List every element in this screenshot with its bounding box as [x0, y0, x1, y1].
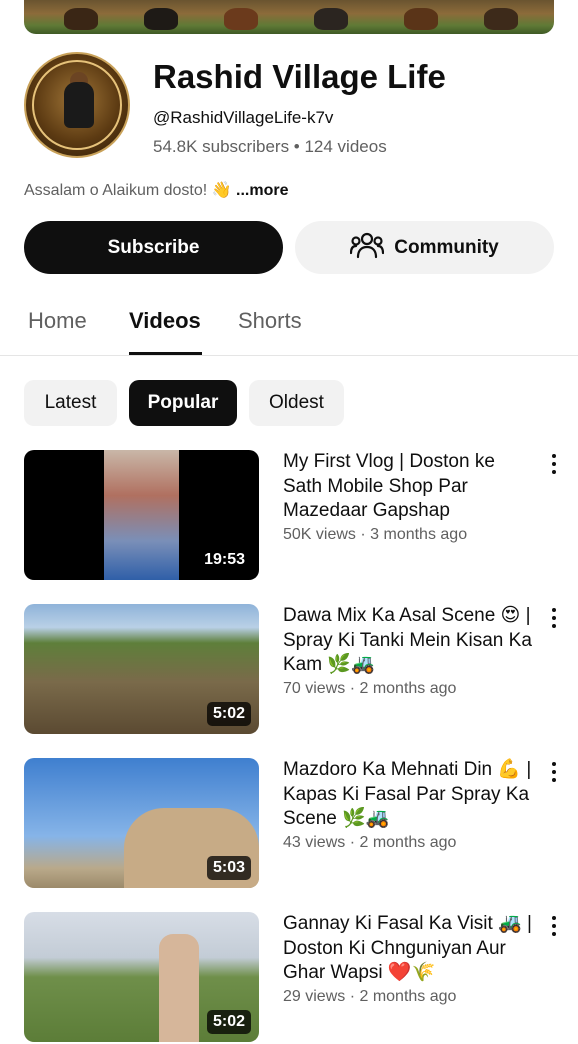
video-thumbnail[interactable]: 5:03 — [24, 758, 259, 888]
video-title[interactable]: My First Vlog | Doston ke Sath Mobile Sh… — [283, 450, 533, 524]
video-item[interactable]: 19:53 My First Vlog | Doston ke Sath Mob… — [0, 450, 578, 582]
channel-handle: @RashidVillageLife-k7v — [153, 108, 334, 127]
video-duration: 5:02 — [206, 1010, 251, 1034]
video-item[interactable]: 5:02 Dawa Mix Ka Asal Scene 😍 | Spray Ki… — [0, 604, 578, 736]
tab-shorts[interactable]: Shorts — [238, 308, 302, 334]
banner-cattle — [144, 8, 178, 30]
video-meta: 43 views · 2 months ago — [283, 834, 457, 851]
filter-chip-popular[interactable]: Popular — [129, 380, 237, 426]
community-icon — [350, 231, 385, 265]
subscribe-button[interactable]: Subscribe — [24, 221, 283, 274]
more-vert-icon[interactable] — [548, 608, 560, 630]
banner-cattle — [484, 8, 518, 30]
tab-videos[interactable]: Videos — [129, 308, 201, 334]
tab-home[interactable]: Home — [28, 308, 87, 334]
channel-stats: 54.8K subscribers • 124 videos — [153, 137, 387, 156]
video-thumbnail[interactable]: 19:53 — [24, 450, 259, 580]
active-tab-indicator — [129, 352, 202, 355]
banner-cattle — [64, 8, 98, 30]
avatar-person — [64, 82, 94, 128]
more-link[interactable]: ...more — [232, 182, 288, 199]
more-vert-icon[interactable] — [548, 762, 560, 784]
description-text: Assalam o Alaikum dosto! 👋 — [24, 182, 232, 199]
video-duration: 5:02 — [206, 702, 251, 726]
channel-banner — [24, 0, 554, 34]
video-meta: 29 views · 2 months ago — [283, 988, 457, 1005]
channel-description[interactable]: Assalam o Alaikum dosto! 👋 ...more — [24, 180, 288, 200]
more-vert-icon[interactable] — [548, 916, 560, 938]
channel-tabs: Home Videos Shorts — [0, 296, 578, 356]
filter-chip-oldest[interactable]: Oldest — [249, 380, 344, 426]
community-label: Community — [394, 236, 499, 258]
thumbnail-image — [104, 450, 179, 580]
video-thumbnail[interactable]: 5:02 — [24, 912, 259, 1042]
banner-cattle — [404, 8, 438, 30]
more-vert-icon[interactable] — [548, 454, 560, 476]
banner-cattle — [224, 8, 258, 30]
channel-name: Rashid Village Life — [153, 58, 446, 95]
video-item[interactable]: 5:02 Gannay Ki Fasal Ka Visit 🚜 | Doston… — [0, 912, 578, 1044]
community-button[interactable]: Community — [295, 221, 554, 274]
video-item[interactable]: 5:03 Mazdoro Ka Mehnati Din 💪 | Kapas Ki… — [0, 758, 578, 890]
video-duration: 5:03 — [206, 856, 251, 880]
video-thumbnail[interactable]: 5:02 — [24, 604, 259, 734]
channel-avatar[interactable] — [24, 52, 130, 158]
banner-cattle — [314, 8, 348, 30]
thumbnail-image — [159, 934, 199, 1042]
video-title[interactable]: Dawa Mix Ka Asal Scene 😍 | Spray Ki Tank… — [283, 604, 533, 678]
filter-chip-latest[interactable]: Latest — [24, 380, 117, 426]
video-title[interactable]: Gannay Ki Fasal Ka Visit 🚜 | Doston Ki C… — [283, 912, 533, 986]
video-meta: 50K views · 3 months ago — [283, 526, 468, 543]
video-title[interactable]: Mazdoro Ka Mehnati Din 💪 | Kapas Ki Fasa… — [283, 758, 533, 832]
video-meta: 70 views · 2 months ago — [283, 680, 457, 697]
video-duration: 19:53 — [198, 548, 251, 572]
